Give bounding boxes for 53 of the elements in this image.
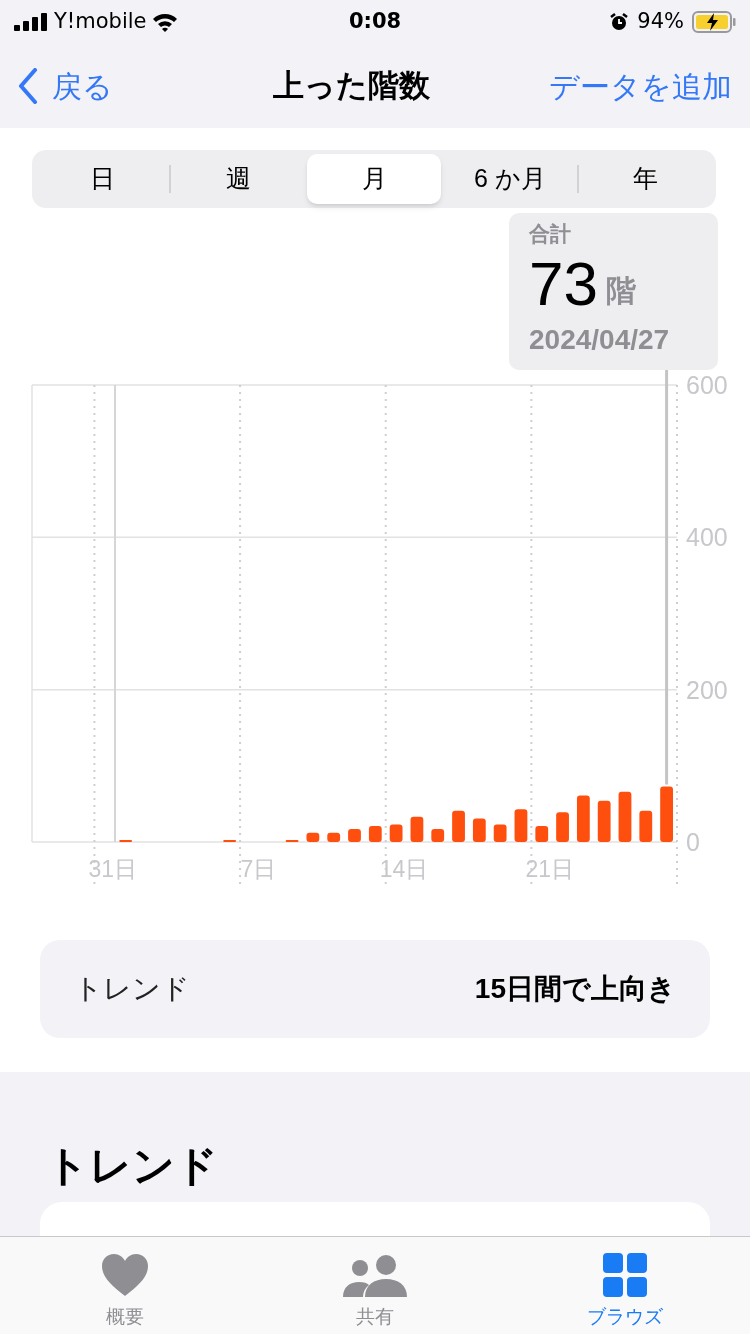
back-button[interactable]: 戻る <box>18 63 113 109</box>
segment-tab[interactable]: 年 <box>578 154 714 204</box>
y-axis-label: 200 <box>686 675 728 704</box>
alarm-icon <box>609 12 630 32</box>
grid-icon <box>603 1253 647 1297</box>
chart-bar <box>639 810 653 842</box>
y-axis-label: 0 <box>686 828 700 856</box>
summary-label: 合計 <box>529 221 572 247</box>
back-chevron-icon <box>18 68 38 104</box>
heart-icon <box>101 1253 149 1297</box>
chart-bar <box>348 829 361 842</box>
chart-bar <box>535 826 549 842</box>
x-axis-label: 7日 <box>240 856 277 882</box>
chart-bar <box>472 818 486 842</box>
people-icon <box>343 1255 407 1297</box>
tab-bar-item[interactable]: ブラウズ <box>500 1237 750 1334</box>
chart-bar <box>410 816 424 842</box>
trend-label: トレンド <box>74 972 190 1006</box>
x-axis-label: 14日 <box>379 856 429 882</box>
chart-bar <box>452 810 465 842</box>
chart-bar <box>597 800 611 842</box>
x-axis-label: 31日 <box>88 856 138 882</box>
add-data-button[interactable]: データを追加 <box>549 63 732 109</box>
chart-bar <box>431 829 445 842</box>
segment-tab[interactable]: 週 <box>170 154 306 204</box>
section-heading: トレンド <box>46 1141 219 1191</box>
battery-charging-icon <box>692 11 736 33</box>
segment-tab[interactable]: 6 か月 <box>442 154 578 204</box>
summary-unit: 階 <box>605 273 636 309</box>
chart-bar <box>327 832 341 842</box>
carrier-name: Y!mobile <box>54 8 147 36</box>
battery-percent: 94% <box>637 8 684 36</box>
y-axis-label: 400 <box>686 523 728 552</box>
chart-bar <box>389 824 403 842</box>
chart-bar <box>368 826 382 842</box>
chart-bar <box>556 812 569 842</box>
summary-value: 73 <box>529 251 598 317</box>
chart-bar <box>660 786 673 842</box>
clock-time: 0:08 <box>348 8 402 36</box>
y-axis-label: 600 <box>686 371 728 399</box>
wifi-icon <box>152 12 179 32</box>
trend-value: 15日間で上向き <box>474 972 676 1006</box>
chart-bar <box>576 795 590 842</box>
chart-bar <box>493 824 507 842</box>
segment-tab[interactable]: 日 <box>35 154 170 204</box>
x-axis-label: 21日 <box>525 856 575 882</box>
summary-date: 2024/04/27 <box>529 323 671 357</box>
page-title: 上った階数 <box>271 66 430 105</box>
segment-tab[interactable]: 月 <box>306 154 442 204</box>
chart-bar <box>618 791 632 842</box>
signal-icon <box>14 13 48 31</box>
chart-bar <box>514 809 528 842</box>
chart-bar <box>306 832 320 842</box>
